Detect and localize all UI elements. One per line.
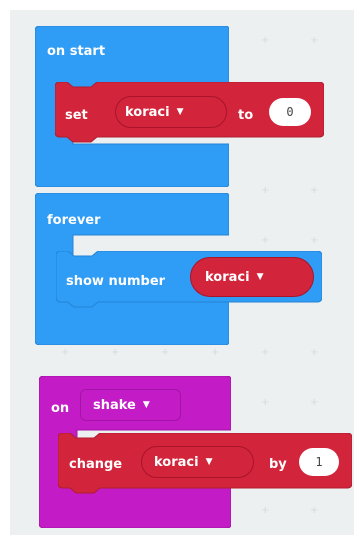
to-label: to bbox=[238, 108, 254, 123]
grid-dot: + bbox=[261, 397, 270, 408]
on-label: on bbox=[51, 401, 70, 416]
variable-name: koraci bbox=[125, 104, 170, 120]
grid-dot: + bbox=[310, 185, 319, 196]
grid-dot: + bbox=[211, 347, 220, 358]
grid-dot: + bbox=[261, 505, 270, 516]
change-label: change bbox=[69, 457, 123, 472]
gesture-dropdown[interactable]: shake ▼ bbox=[80, 389, 181, 421]
grid-dot: + bbox=[310, 35, 319, 46]
grid-dot: + bbox=[310, 235, 319, 246]
grid-dot: + bbox=[310, 505, 319, 516]
grid-dot: + bbox=[261, 35, 270, 46]
dropdown-arrow-icon: ▼ bbox=[256, 272, 264, 282]
set-label: set bbox=[65, 108, 88, 123]
number-input[interactable]: 0 bbox=[269, 98, 311, 126]
blocks-canvas[interactable]: + + + + + + + + + + + + + + + + on start… bbox=[10, 10, 354, 535]
forever-label: forever bbox=[47, 213, 101, 228]
by-label: by bbox=[269, 457, 287, 472]
variable-dropdown[interactable]: koraci ▼ bbox=[115, 96, 227, 128]
dropdown-arrow-icon: ▼ bbox=[205, 457, 213, 467]
variable-dropdown[interactable]: koraci ▼ bbox=[141, 446, 254, 478]
number-input[interactable]: 1 bbox=[299, 448, 339, 476]
grid-dot: + bbox=[310, 347, 319, 358]
grid-dot: + bbox=[161, 347, 170, 358]
editor-workspace[interactable]: + + + + + + + + + + + + + + + + on start… bbox=[0, 0, 362, 548]
grid-dot: + bbox=[111, 347, 120, 358]
dropdown-arrow-icon: ▼ bbox=[176, 107, 184, 117]
on-start-label: on start bbox=[47, 44, 106, 59]
gesture-name: shake bbox=[93, 397, 136, 413]
variable-name: koraci bbox=[154, 454, 199, 470]
grid-dot: + bbox=[261, 185, 270, 196]
grid-dot: + bbox=[310, 397, 319, 408]
grid-dot: + bbox=[61, 347, 70, 358]
dropdown-arrow-icon: ▼ bbox=[142, 400, 150, 410]
show-number-label: show number bbox=[66, 274, 166, 289]
variable-name: koraci bbox=[205, 269, 250, 285]
grid-dot: + bbox=[261, 235, 270, 246]
grid-dot: + bbox=[261, 347, 270, 358]
variable-reporter[interactable]: koraci ▼ bbox=[190, 257, 314, 297]
